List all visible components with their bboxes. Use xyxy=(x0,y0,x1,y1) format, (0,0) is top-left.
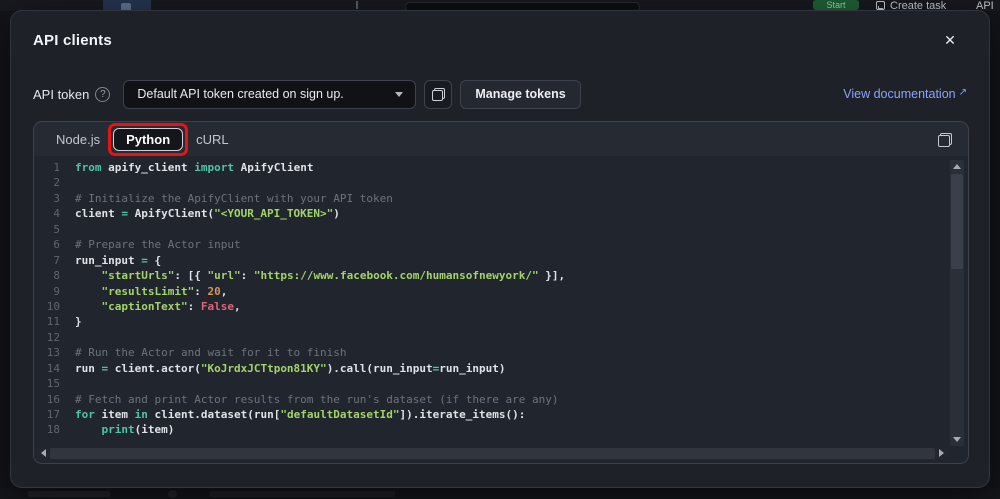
api-token-select-value: Default API token created on sign up. xyxy=(137,87,343,101)
annotation-highlight-box: Python xyxy=(108,123,188,156)
line-number: 18 xyxy=(34,422,60,437)
code-line: 4client = ApifyClient("<YOUR_API_TOKEN>"… xyxy=(34,206,948,221)
manage-tokens-button[interactable]: Manage tokens xyxy=(460,80,580,109)
horizontal-scrollbar[interactable] xyxy=(38,447,947,460)
create-task-icon xyxy=(876,1,885,10)
code-line: 6# Prepare the Actor input xyxy=(34,237,948,252)
close-icon[interactable]: ✕ xyxy=(939,29,961,51)
copy-token-button[interactable] xyxy=(424,80,452,109)
line-number: 1 xyxy=(34,160,60,175)
background-dim-content xyxy=(210,491,395,497)
modal-header: API clients ✕ xyxy=(11,11,989,69)
code-line: 5 xyxy=(34,222,948,237)
line-number: 8 xyxy=(34,268,60,283)
code-line: 7run_input = { xyxy=(34,253,948,268)
start-button[interactable]: Start xyxy=(813,0,859,10)
code-block: Node.js Python cURL 1from apify_client i… xyxy=(33,121,969,464)
help-icon[interactable]: ? xyxy=(95,87,110,102)
code-line: 16# Fetch and print Actor results from t… xyxy=(34,392,948,407)
modal-title: API clients xyxy=(33,32,112,49)
code-line: 15 xyxy=(34,376,948,391)
line-number: 6 xyxy=(34,237,60,252)
tab-python[interactable]: Python xyxy=(113,128,183,151)
code-lines: 1from apify_client import ApifyClient23#… xyxy=(34,160,948,447)
copy-icon xyxy=(938,133,952,147)
line-number: 12 xyxy=(34,330,60,345)
line-number: 3 xyxy=(34,191,60,206)
code-editor[interactable]: 1from apify_client import ApifyClient23#… xyxy=(34,156,968,463)
code-line: 3# Initialize the ApifyClient with your … xyxy=(34,191,948,206)
api-clients-modal: API clients ✕ API token ? Default API to… xyxy=(10,10,990,488)
line-number: 14 xyxy=(34,361,60,376)
view-documentation-link[interactable]: View documentation ↗ xyxy=(843,87,967,101)
api-token-select[interactable]: Default API token created on sign up. xyxy=(123,80,416,109)
code-line: 12 xyxy=(34,330,948,345)
background-dim-content xyxy=(168,490,177,498)
code-line: 8 "startUrls": [{ "url": "https://www.fa… xyxy=(34,268,948,283)
line-number: 13 xyxy=(34,345,60,360)
line-number: 9 xyxy=(34,284,60,299)
scroll-left-icon[interactable] xyxy=(41,449,46,457)
tab-curl[interactable]: cURL xyxy=(196,132,229,147)
scroll-down-icon[interactable] xyxy=(953,437,961,442)
line-number: 4 xyxy=(34,206,60,221)
line-number: 7 xyxy=(34,253,60,268)
api-token-label: API token xyxy=(33,87,89,102)
code-line: 18 print(item) xyxy=(34,422,948,437)
code-line: 1from apify_client import ApifyClient xyxy=(34,160,948,175)
code-line: 13# Run the Actor and wait for it to fin… xyxy=(34,345,948,360)
code-line: 14run = client.actor("KoJrdxJCTtpon81KY"… xyxy=(34,361,948,376)
copy-icon xyxy=(432,88,445,101)
code-line: 2 xyxy=(34,175,948,190)
tab-nodejs[interactable]: Node.js xyxy=(56,132,100,147)
code-line: 17for item in client.dataset(run["defaul… xyxy=(34,407,948,422)
language-tab-bar: Node.js Python cURL xyxy=(34,122,968,156)
line-number: 17 xyxy=(34,407,60,422)
navbar-divider xyxy=(356,1,358,9)
line-number: 2 xyxy=(34,175,60,190)
scroll-up-icon[interactable] xyxy=(953,164,961,169)
line-number: 11 xyxy=(34,314,60,329)
line-number: 5 xyxy=(34,222,60,237)
code-line: 11} xyxy=(34,314,948,329)
vertical-scroll-thumb[interactable] xyxy=(951,174,963,269)
horizontal-scroll-thumb[interactable] xyxy=(50,448,935,459)
code-line: 9 "resultsLimit": 20, xyxy=(34,284,948,299)
vertical-scrollbar[interactable] xyxy=(950,160,964,446)
background-logo xyxy=(103,0,151,10)
chevron-down-icon xyxy=(395,92,403,97)
copy-code-button[interactable] xyxy=(932,127,958,153)
api-token-row: API token ? Default API token created on… xyxy=(33,79,967,109)
external-link-icon: ↗ xyxy=(959,87,967,98)
view-documentation-label: View documentation xyxy=(843,87,955,101)
line-number: 10 xyxy=(34,299,60,314)
line-number: 15 xyxy=(34,376,60,391)
background-bottom-strip xyxy=(0,488,1000,499)
scroll-right-icon[interactable] xyxy=(939,449,944,457)
code-line: 10 "captionText": False, xyxy=(34,299,948,314)
background-dim-content xyxy=(28,491,110,497)
line-number: 16 xyxy=(34,392,60,407)
